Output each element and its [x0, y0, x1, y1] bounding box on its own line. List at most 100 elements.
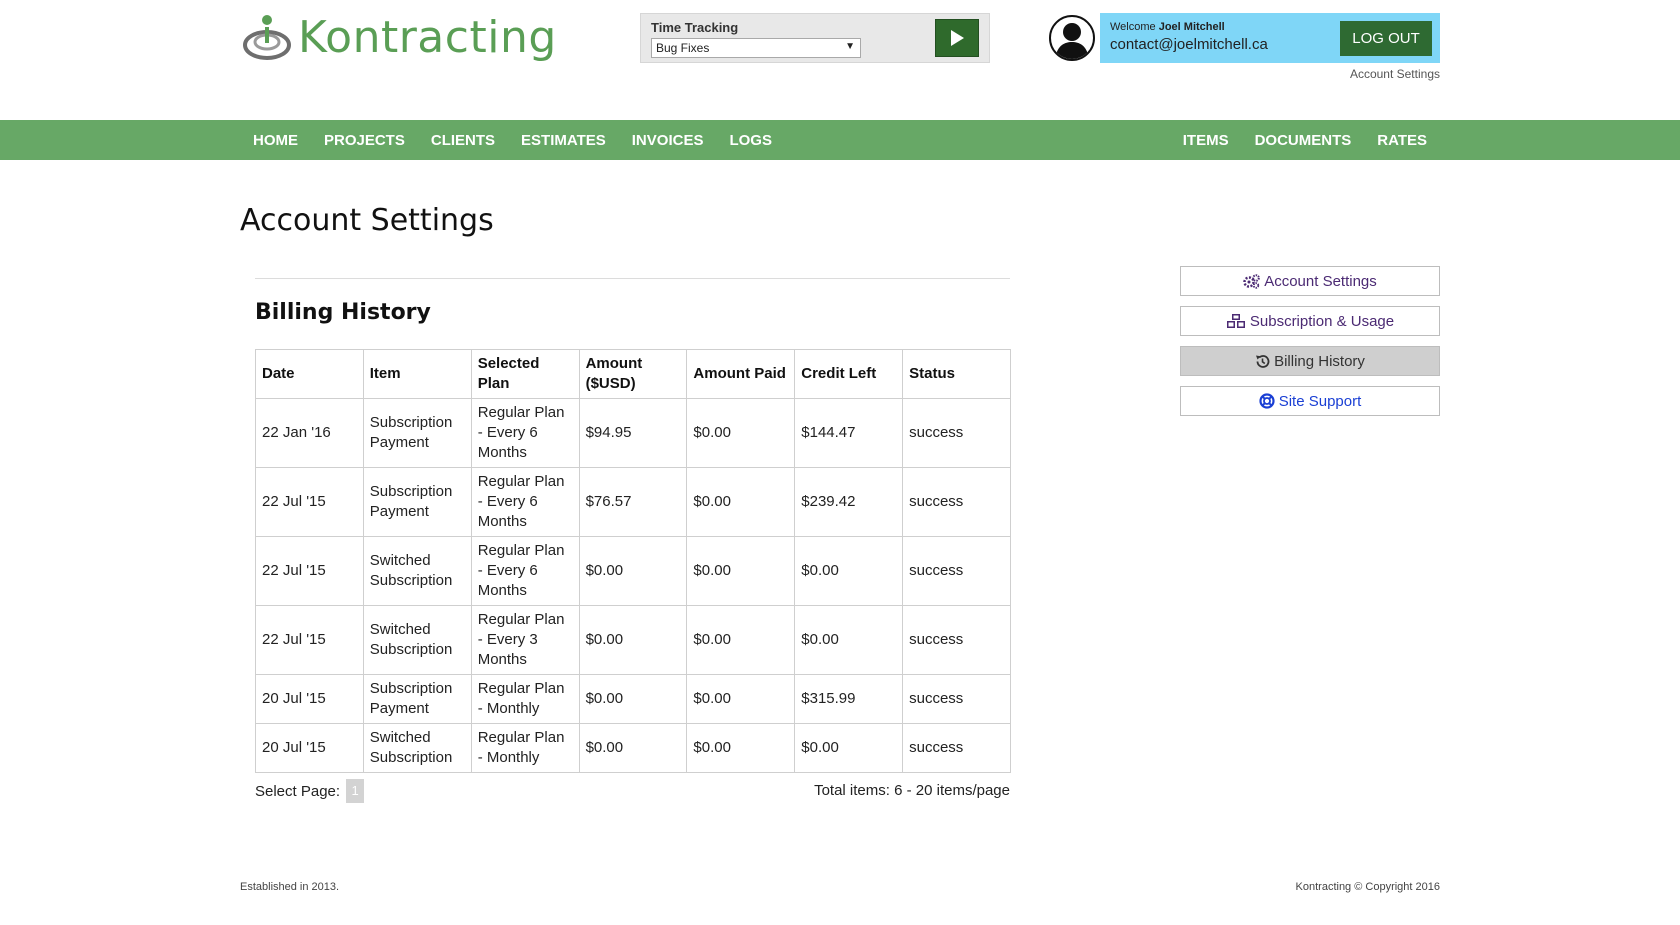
account-settings-link[interactable]: Account Settings: [1350, 67, 1440, 81]
cell-credit-left: $239.42: [794, 467, 904, 537]
column-header-status[interactable]: Status: [902, 349, 1011, 399]
side-menu-account-settings-label: Account Settings: [1264, 272, 1377, 290]
side-menu-billing-history-label: Billing History: [1274, 352, 1365, 370]
account-side-menu: Account Settings Subscription & Usage Bi…: [1180, 266, 1440, 426]
brand-logo[interactable]: Kontracting: [240, 12, 557, 64]
logo-icon: [240, 12, 294, 64]
cell-item: Switched Subscription: [362, 723, 472, 773]
table-row: 22 Jul '15 Switched Subscription Regular…: [255, 536, 1011, 606]
user-panel: Welcome Joel Mitchell contact@joelmitche…: [1100, 13, 1440, 63]
side-menu-billing-history[interactable]: Billing History: [1180, 346, 1440, 376]
cell-item: Switched Subscription: [362, 605, 472, 675]
cell-amount: $0.00: [578, 674, 688, 724]
cell-amount-paid: $0.00: [686, 674, 796, 724]
cell-amount-paid: $0.00: [686, 605, 796, 675]
pagination: Select Page: 1: [255, 779, 365, 803]
user-email: contact@joelmitchell.ca: [1110, 36, 1268, 53]
column-header-selected-plan[interactable]: Selected Plan: [470, 349, 580, 399]
cell-date: 20 Jul '15: [255, 723, 364, 773]
cell-amount: $0.00: [578, 605, 688, 675]
cell-item: Subscription Payment: [362, 674, 472, 724]
cell-date: 22 Jan '16: [255, 398, 364, 468]
life-ring-icon: [1259, 393, 1275, 409]
nav-item-invoices[interactable]: INVOICES: [632, 132, 704, 149]
cell-credit-left: $0.00: [794, 536, 904, 606]
footer-copyright: Kontracting © Copyright 2016: [1295, 881, 1440, 893]
table-row: 22 Jul '15 Subscription Payment Regular …: [255, 467, 1011, 537]
side-menu-site-support-label: Site Support: [1278, 392, 1362, 410]
cell-plan: Regular Plan - Every 6 Months: [470, 398, 580, 468]
user-name: Joel Mitchell: [1158, 21, 1225, 33]
table-row: 22 Jul '15 Switched Subscription Regular…: [255, 605, 1011, 675]
nav-item-projects[interactable]: PROJECTS: [324, 132, 405, 149]
column-header-amount[interactable]: Amount ($USD): [578, 349, 688, 399]
cell-plan: Regular Plan - Every 6 Months: [470, 536, 580, 606]
cell-plan: Regular Plan - Every 6 Months: [470, 467, 580, 537]
time-tracking-selected: Bug Fixes: [656, 41, 710, 55]
cell-credit-left: $315.99: [794, 674, 904, 724]
column-header-date[interactable]: Date: [255, 349, 364, 399]
side-menu-account-settings[interactable]: Account Settings: [1180, 266, 1440, 296]
table-row: 20 Jul '15 Switched Subscription Regular…: [255, 723, 1011, 773]
nav-item-items[interactable]: ITEMS: [1183, 132, 1229, 149]
column-header-amount-paid[interactable]: Amount Paid: [686, 349, 796, 399]
chevron-down-icon: ▼: [845, 41, 855, 52]
section-title: Billing History: [255, 300, 431, 325]
cell-item: Switched Subscription: [362, 536, 472, 606]
nav-item-logs[interactable]: LOGS: [729, 132, 772, 149]
column-header-item[interactable]: Item: [362, 349, 472, 399]
page-number-1[interactable]: 1: [346, 779, 365, 803]
cell-amount-paid: $0.00: [686, 723, 796, 773]
cell-status: success: [902, 723, 1011, 773]
start-timer-button[interactable]: [935, 19, 979, 57]
cell-date: 22 Jul '15: [255, 536, 364, 606]
total-items-text: Total items: 6 - 20 items/page: [814, 782, 1010, 799]
side-menu-site-support[interactable]: Site Support: [1180, 386, 1440, 416]
nav-left: HOME PROJECTS CLIENTS ESTIMATES INVOICES…: [240, 120, 785, 160]
cell-status: success: [902, 467, 1011, 537]
nav-item-home[interactable]: HOME: [253, 132, 298, 149]
side-menu-subscription-usage-label: Subscription & Usage: [1249, 312, 1395, 330]
cell-credit-left: $0.00: [794, 605, 904, 675]
logout-button[interactable]: LOG OUT: [1340, 21, 1432, 56]
avatar[interactable]: [1049, 15, 1095, 61]
cell-plan: Regular Plan - Monthly: [470, 674, 580, 724]
cell-item: Subscription Payment: [362, 398, 472, 468]
cell-date: 20 Jul '15: [255, 674, 364, 724]
welcome-prefix: Welcome: [1110, 21, 1156, 33]
cell-credit-left: $0.00: [794, 723, 904, 773]
cell-amount: $0.00: [578, 723, 688, 773]
cell-amount-paid: $0.00: [686, 536, 796, 606]
cell-plan: Regular Plan - Every 3 Months: [470, 605, 580, 675]
cell-credit-left: $144.47: [794, 398, 904, 468]
cell-item: Subscription Payment: [362, 467, 472, 537]
cell-amount-paid: $0.00: [686, 467, 796, 537]
cell-amount-paid: $0.00: [686, 398, 796, 468]
cell-amount: $0.00: [578, 536, 688, 606]
cell-plan: Regular Plan - Monthly: [470, 723, 580, 773]
table-row: 20 Jul '15 Subscription Payment Regular …: [255, 674, 1011, 724]
nav-right: ITEMS DOCUMENTS RATES: [1170, 120, 1440, 160]
nav-item-estimates[interactable]: ESTIMATES: [521, 132, 606, 149]
nav-item-clients[interactable]: CLIENTS: [431, 132, 495, 149]
table-header-row: Date Item Selected Plan Amount ($USD) Am…: [255, 349, 1011, 399]
cell-amount: $76.57: [578, 467, 688, 537]
history-icon: [1255, 354, 1270, 369]
cell-amount: $94.95: [578, 398, 688, 468]
nav-item-rates[interactable]: RATES: [1377, 132, 1427, 149]
cell-date: 22 Jul '15: [255, 467, 364, 537]
brand-name: Kontracting: [298, 12, 557, 63]
cell-status: success: [902, 605, 1011, 675]
column-header-credit-left[interactable]: Credit Left: [794, 349, 904, 399]
side-menu-subscription-usage[interactable]: Subscription & Usage: [1180, 306, 1440, 336]
time-tracking-select[interactable]: Bug Fixes ▼: [651, 38, 861, 58]
page-title: Account Settings: [240, 203, 494, 238]
nav-item-documents[interactable]: DOCUMENTS: [1255, 132, 1352, 149]
table-row: 22 Jan '16 Subscription Payment Regular …: [255, 398, 1011, 468]
main-nav: HOME PROJECTS CLIENTS ESTIMATES INVOICES…: [0, 120, 1680, 160]
billing-history-table: Date Item Selected Plan Amount ($USD) Am…: [255, 349, 1011, 773]
avatar-icon: [1055, 23, 1089, 59]
pagination-label: Select Page:: [255, 782, 341, 800]
cell-date: 22 Jul '15: [255, 605, 364, 675]
play-icon: [951, 30, 964, 46]
